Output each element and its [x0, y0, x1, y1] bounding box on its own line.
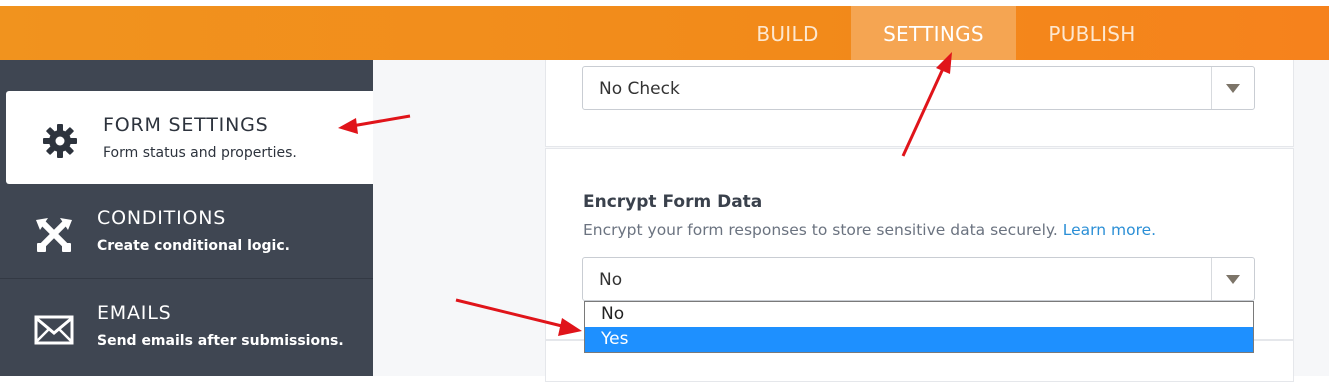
top-nav-bar: BUILD SETTINGS PUBLISH — [0, 6, 1329, 60]
select-value: No Check — [599, 79, 680, 99]
option-no[interactable]: No — [585, 302, 1253, 327]
learn-more-link[interactable]: Learn more. — [1063, 221, 1156, 239]
settings-sidebar: FORM SETTINGS Form status and properties… — [0, 60, 373, 376]
check-select[interactable]: No Check — [582, 66, 1255, 110]
sidebar-item-subtitle: Form status and properties. — [103, 145, 297, 161]
conditions-icon — [34, 214, 74, 254]
sidebar-item-conditions[interactable]: CONDITIONS Create conditional logic. — [0, 184, 373, 279]
sidebar-item-subtitle: Send emails after submissions. — [97, 333, 344, 349]
select-value: No — [599, 270, 623, 290]
dropdown-toggle[interactable] — [1211, 258, 1254, 300]
gear-icon — [40, 121, 80, 161]
chevron-down-icon — [1226, 84, 1240, 93]
encrypt-select[interactable]: No — [582, 257, 1255, 301]
chevron-down-icon — [1226, 275, 1240, 284]
encrypt-heading: Encrypt Form Data — [583, 192, 763, 212]
dropdown-toggle[interactable] — [1211, 67, 1254, 109]
sidebar-item-title: FORM SETTINGS — [103, 114, 269, 136]
envelope-icon — [34, 309, 74, 349]
sidebar-item-title: EMAILS — [97, 302, 172, 324]
sidebar-item-subtitle: Create conditional logic. — [97, 238, 290, 254]
tab-publish[interactable]: PUBLISH — [1030, 6, 1154, 60]
option-yes[interactable]: Yes — [585, 327, 1253, 352]
encrypt-description-text: Encrypt your form responses to store sen… — [583, 221, 1058, 239]
encrypt-options-list: No Yes — [584, 301, 1254, 353]
sidebar-item-form-settings[interactable]: FORM SETTINGS Form status and properties… — [6, 91, 373, 184]
sidebar-item-title: CONDITIONS — [97, 207, 227, 229]
tab-build[interactable]: BUILD — [740, 6, 835, 60]
tab-settings[interactable]: SETTINGS — [851, 6, 1016, 60]
encrypt-description: Encrypt your form responses to store sen… — [583, 221, 1156, 239]
sidebar-item-emails[interactable]: EMAILS Send emails after submissions. — [0, 279, 373, 373]
